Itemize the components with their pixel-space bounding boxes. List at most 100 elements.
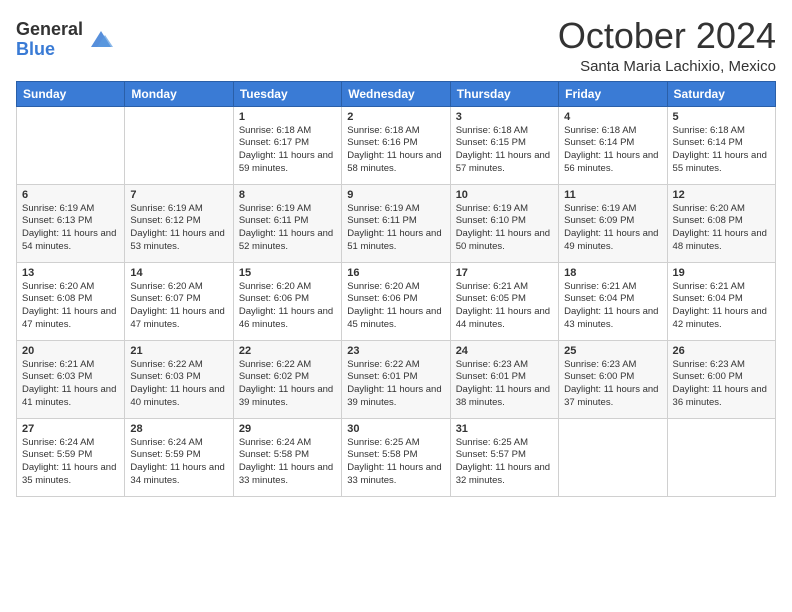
cell-sun-info: Sunrise: 6:18 AMSunset: 6:17 PMDaylight:… <box>239 125 336 176</box>
cell-1-0: 6 Sunrise: 6:19 AMSunset: 6:13 PMDaylight… <box>17 184 125 262</box>
page-header: General Blue October 2024 Santa Maria La… <box>16 16 776 75</box>
cell-3-0: 20Sunrise: 6:21 AMSunset: 6:03 PMDayligh… <box>17 340 125 418</box>
logo-icon <box>87 25 115 53</box>
cell-day-number: 16 <box>347 267 444 279</box>
cell-0-1 <box>125 106 233 184</box>
week-row-5: 27 Sunrise: 6:24 AMSunset: 5:59 PMDayligh… <box>17 418 776 496</box>
cell-sun-info: Sunrise: 6:24 AMSunset: 5:59 PMDaylight:… <box>22 437 119 488</box>
cell-sun-info: Sunrise: 6:18 AMSunset: 6:14 PMDaylight:… <box>673 125 770 176</box>
cell-4-6 <box>667 418 775 496</box>
cell-day-number: 30 <box>347 423 444 435</box>
cell-4-0: 27 Sunrise: 6:24 AMSunset: 5:59 PMDayligh… <box>17 418 125 496</box>
cell-3-5: 25 Sunrise: 6:23 AMSunset: 6:00 PMDayligh… <box>559 340 667 418</box>
cell-day-number: 26 <box>673 345 770 357</box>
cell-day-number: 2 <box>347 111 444 123</box>
cell-day-number: 13 <box>22 267 119 279</box>
cell-day-number: 25 <box>564 345 661 357</box>
cell-day-number: 4 <box>564 111 661 123</box>
cell-sun-info: Sunrise: 6:18 AMSunset: 6:15 PMDaylight:… <box>456 125 553 176</box>
calendar-page: General Blue October 2024 Santa Maria La… <box>0 0 792 612</box>
cell-day-number: 19 <box>673 267 770 279</box>
cell-sun-info: Sunrise: 6:24 AMSunset: 5:59 PMDaylight:… <box>130 437 227 488</box>
cell-0-0 <box>17 106 125 184</box>
header-wednesday: Wednesday <box>342 81 450 106</box>
week-row-4: 20Sunrise: 6:21 AMSunset: 6:03 PMDayligh… <box>17 340 776 418</box>
cell-sun-info: Sunrise: 6:19 AMSunset: 6:13 PMDaylight:… <box>22 203 119 254</box>
cell-day-number: 14 <box>130 267 227 279</box>
cell-sun-info: Sunrise: 6:20 AMSunset: 6:06 PMDaylight:… <box>239 281 336 332</box>
cell-sun-info: Sunrise: 6:22 AMSunset: 6:01 PMDaylight:… <box>347 359 444 410</box>
cell-sun-info: Sunrise: 6:19 AMSunset: 6:12 PMDaylight:… <box>130 203 227 254</box>
cell-1-4: 10 Sunrise: 6:19 AMSunset: 6:10 PMDayligh… <box>450 184 558 262</box>
cell-day-number: 12 <box>673 189 770 201</box>
logo-general: General <box>16 20 83 40</box>
cell-day-number: 11 <box>564 189 661 201</box>
cell-3-4: 24 Sunrise: 6:23 AMSunset: 6:01 PMDayligh… <box>450 340 558 418</box>
cell-2-4: 17Sunrise: 6:21 AMSunset: 6:05 PMDayligh… <box>450 262 558 340</box>
cell-day-number: 29 <box>239 423 336 435</box>
cell-2-5: 18Sunrise: 6:21 AMSunset: 6:04 PMDayligh… <box>559 262 667 340</box>
cell-sun-info: Sunrise: 6:20 AMSunset: 6:08 PMDaylight:… <box>22 281 119 332</box>
cell-4-3: 30 Sunrise: 6:25 AMSunset: 5:58 PMDayligh… <box>342 418 450 496</box>
cell-3-3: 23 Sunrise: 6:22 AMSunset: 6:01 PMDayligh… <box>342 340 450 418</box>
calendar-table: Sunday Monday Tuesday Wednesday Thursday… <box>16 81 776 497</box>
cell-0-5: 4 Sunrise: 6:18 AMSunset: 6:14 PMDaylight… <box>559 106 667 184</box>
weekday-header-row: Sunday Monday Tuesday Wednesday Thursday… <box>17 81 776 106</box>
cell-day-number: 8 <box>239 189 336 201</box>
cell-4-2: 29 Sunrise: 6:24 AMSunset: 5:58 PMDayligh… <box>233 418 341 496</box>
cell-sun-info: Sunrise: 6:21 AMSunset: 6:03 PMDaylight:… <box>22 359 119 410</box>
cell-day-number: 27 <box>22 423 119 435</box>
cell-sun-info: Sunrise: 6:20 AMSunset: 6:07 PMDaylight:… <box>130 281 227 332</box>
cell-0-6: 5 Sunrise: 6:18 AMSunset: 6:14 PMDaylight… <box>667 106 775 184</box>
week-row-3: 13 Sunrise: 6:20 AMSunset: 6:08 PMDayligh… <box>17 262 776 340</box>
cell-day-number: 10 <box>456 189 553 201</box>
cell-sun-info: Sunrise: 6:19 AMSunset: 6:11 PMDaylight:… <box>239 203 336 254</box>
cell-4-4: 31 Sunrise: 6:25 AMSunset: 5:57 PMDayligh… <box>450 418 558 496</box>
cell-2-3: 16 Sunrise: 6:20 AMSunset: 6:06 PMDayligh… <box>342 262 450 340</box>
cell-day-number: 9 <box>347 189 444 201</box>
cell-1-3: 9Sunrise: 6:19 AMSunset: 6:11 PMDaylight… <box>342 184 450 262</box>
cell-sun-info: Sunrise: 6:18 AMSunset: 6:14 PMDaylight:… <box>564 125 661 176</box>
week-row-2: 6 Sunrise: 6:19 AMSunset: 6:13 PMDaylight… <box>17 184 776 262</box>
cell-sun-info: Sunrise: 6:20 AMSunset: 6:08 PMDaylight:… <box>673 203 770 254</box>
cell-2-0: 13 Sunrise: 6:20 AMSunset: 6:08 PMDayligh… <box>17 262 125 340</box>
title-block: October 2024 Santa Maria Lachixio, Mexic… <box>558 16 776 75</box>
cell-0-3: 2 Sunrise: 6:18 AMSunset: 6:16 PMDaylight… <box>342 106 450 184</box>
logo-text: General Blue <box>16 20 83 60</box>
week-row-1: 1Sunrise: 6:18 AMSunset: 6:17 PMDaylight… <box>17 106 776 184</box>
cell-sun-info: Sunrise: 6:22 AMSunset: 6:03 PMDaylight:… <box>130 359 227 410</box>
header-friday: Friday <box>559 81 667 106</box>
cell-day-number: 18 <box>564 267 661 279</box>
cell-2-1: 14 Sunrise: 6:20 AMSunset: 6:07 PMDayligh… <box>125 262 233 340</box>
cell-4-1: 28Sunrise: 6:24 AMSunset: 5:59 PMDayligh… <box>125 418 233 496</box>
cell-sun-info: Sunrise: 6:18 AMSunset: 6:16 PMDaylight:… <box>347 125 444 176</box>
cell-2-2: 15 Sunrise: 6:20 AMSunset: 6:06 PMDayligh… <box>233 262 341 340</box>
cell-sun-info: Sunrise: 6:25 AMSunset: 5:58 PMDaylight:… <box>347 437 444 488</box>
cell-day-number: 15 <box>239 267 336 279</box>
cell-1-6: 12 Sunrise: 6:20 AMSunset: 6:08 PMDayligh… <box>667 184 775 262</box>
header-monday: Monday <box>125 81 233 106</box>
header-thursday: Thursday <box>450 81 558 106</box>
cell-sun-info: Sunrise: 6:23 AMSunset: 6:00 PMDaylight:… <box>564 359 661 410</box>
cell-sun-info: Sunrise: 6:25 AMSunset: 5:57 PMDaylight:… <box>456 437 553 488</box>
cell-day-number: 23 <box>347 345 444 357</box>
header-sunday: Sunday <box>17 81 125 106</box>
cell-day-number: 6 <box>22 189 119 201</box>
cell-day-number: 7 <box>130 189 227 201</box>
cell-sun-info: Sunrise: 6:19 AMSunset: 6:10 PMDaylight:… <box>456 203 553 254</box>
cell-sun-info: Sunrise: 6:19 AMSunset: 6:09 PMDaylight:… <box>564 203 661 254</box>
cell-sun-info: Sunrise: 6:23 AMSunset: 6:01 PMDaylight:… <box>456 359 553 410</box>
cell-sun-info: Sunrise: 6:23 AMSunset: 6:00 PMDaylight:… <box>673 359 770 410</box>
cell-sun-info: Sunrise: 6:20 AMSunset: 6:06 PMDaylight:… <box>347 281 444 332</box>
cell-day-number: 24 <box>456 345 553 357</box>
cell-day-number: 31 <box>456 423 553 435</box>
header-saturday: Saturday <box>667 81 775 106</box>
cell-sun-info: Sunrise: 6:24 AMSunset: 5:58 PMDaylight:… <box>239 437 336 488</box>
cell-1-5: 11 Sunrise: 6:19 AMSunset: 6:09 PMDayligh… <box>559 184 667 262</box>
cell-3-1: 21 Sunrise: 6:22 AMSunset: 6:03 PMDayligh… <box>125 340 233 418</box>
cell-day-number: 5 <box>673 111 770 123</box>
cell-0-4: 3Sunrise: 6:18 AMSunset: 6:15 PMDaylight… <box>450 106 558 184</box>
cell-day-number: 21 <box>130 345 227 357</box>
cell-3-2: 22Sunrise: 6:22 AMSunset: 6:02 PMDayligh… <box>233 340 341 418</box>
cell-sun-info: Sunrise: 6:21 AMSunset: 6:04 PMDaylight:… <box>673 281 770 332</box>
